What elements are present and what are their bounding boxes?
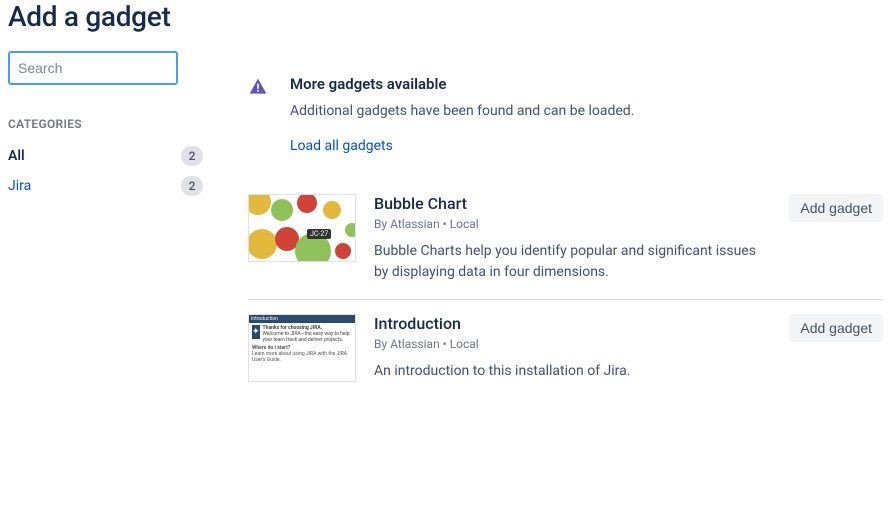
category-count-badge: 2 <box>181 176 203 196</box>
gadget-title: Bubble Chart <box>374 194 771 213</box>
category-count-badge: 2 <box>181 146 203 166</box>
gadget-description: An introduction to this installation of … <box>374 361 771 382</box>
gadget-row: JC-27 Bubble Chart By Atlassian • Local … <box>248 180 883 300</box>
gadget-title: Introduction <box>374 314 771 333</box>
page-title: Add a gadget <box>8 0 883 33</box>
gadget-row: Introduction ✦ Thanks for choosing JIRA.… <box>248 300 883 398</box>
notice-title: More gadgets available <box>290 75 883 93</box>
gadget-thumbnail: Introduction ✦ Thanks for choosing JIRA.… <box>248 314 356 382</box>
main-content: More gadgets available Additional gadget… <box>248 51 883 398</box>
notice-banner: More gadgets available Additional gadget… <box>248 75 883 154</box>
categories-heading: CATEGORIES <box>8 117 208 131</box>
gadget-byline: By Atlassian • Local <box>374 217 771 231</box>
gadget-thumbnail: JC-27 <box>248 194 356 262</box>
sidebar: CATEGORIES All 2 Jira 2 <box>8 51 208 398</box>
category-label: All <box>8 148 25 164</box>
load-all-gadgets-link[interactable]: Load all gadgets <box>290 138 393 154</box>
warning-icon <box>248 77 268 97</box>
add-gadget-button[interactable]: Add gadget <box>789 194 883 222</box>
add-gadget-button[interactable]: Add gadget <box>789 314 883 342</box>
gadget-description: Bubble Charts help you identify popular … <box>374 241 771 283</box>
search-input[interactable] <box>8 51 178 85</box>
category-all[interactable]: All 2 <box>8 141 203 171</box>
thumbnail-tag: JC-27 <box>307 229 331 239</box>
gadget-byline: By Atlassian • Local <box>374 337 771 351</box>
category-jira[interactable]: Jira 2 <box>8 171 203 201</box>
category-label: Jira <box>8 178 31 194</box>
notice-text: Additional gadgets have been found and c… <box>290 103 883 119</box>
